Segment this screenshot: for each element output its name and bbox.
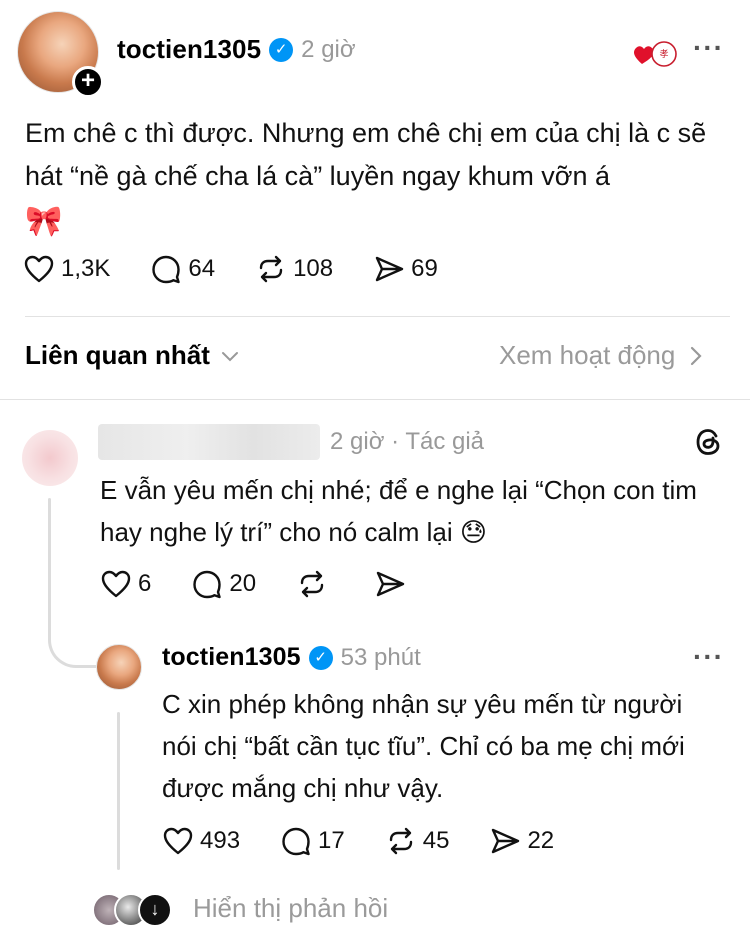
- post-actions: 1,3K 64 108 69: [23, 253, 478, 285]
- blurred-username: [98, 424, 320, 460]
- share-count: 69: [411, 255, 438, 282]
- divider: [0, 399, 750, 400]
- comment-button[interactable]: 17: [280, 825, 345, 857]
- reply-text: C xin phép không nhận sự yêu mến từ ngườ…: [162, 689, 685, 803]
- like-count: 6: [138, 570, 152, 597]
- divider: [25, 316, 730, 317]
- verified-badge-icon: ✓: [308, 645, 333, 670]
- repost-button[interactable]: 108: [255, 253, 333, 285]
- avatar[interactable]: [22, 430, 78, 486]
- comment-button[interactable]: 20: [191, 568, 256, 600]
- like-count: 1,3K: [61, 255, 111, 282]
- repost-button[interactable]: 45: [385, 825, 450, 857]
- reply-body: C xin phép không nhận sự yêu mến từ ngườ…: [162, 683, 717, 809]
- sticker-badges-icon: 孝: [632, 40, 678, 68]
- comment-icon: [152, 255, 181, 284]
- like-button[interactable]: 6: [100, 568, 151, 600]
- repost-button[interactable]: [296, 568, 334, 600]
- repost-icon: [300, 570, 324, 598]
- reply-time: 53 phút: [340, 643, 421, 671]
- comment-icon: [282, 827, 310, 856]
- view-activity-link[interactable]: Xem hoạt động: [499, 340, 707, 371]
- reply-text: E vẫn yêu mến chị nhé; để e nghe lại “Ch…: [100, 475, 697, 547]
- send-icon: [376, 571, 405, 597]
- svg-text:孝: 孝: [659, 49, 668, 60]
- sort-dropdown[interactable]: Liên quan nhất: [25, 340, 242, 371]
- share-count: 22: [527, 827, 555, 854]
- chevron-right-icon: [691, 346, 702, 365]
- reply-time: 2 giờ · Tác giả: [330, 428, 485, 455]
- follow-plus-icon[interactable]: +: [72, 66, 104, 98]
- verified-badge-icon: ✓: [269, 37, 294, 62]
- reply-actions: 493 17 45 22: [162, 825, 594, 857]
- post-time: 2 giờ: [301, 35, 356, 63]
- share-button[interactable]: 69: [373, 253, 438, 285]
- heart-icon: [163, 827, 193, 855]
- thread-line: [48, 498, 51, 603]
- reply-header: toctien1305 ✓ 53 phút: [162, 643, 421, 672]
- repost-count: 108: [293, 255, 334, 282]
- comment-count: 64: [188, 255, 216, 282]
- reply-avatars[interactable]: ↓: [92, 893, 182, 929]
- post-text: Em chê c thì được. Nhưng em chê chị em c…: [25, 118, 707, 191]
- like-count: 493: [200, 827, 241, 854]
- comment-icon: [193, 570, 222, 599]
- share-button[interactable]: 22: [489, 825, 554, 857]
- repost-icon: [259, 255, 283, 283]
- chevron-down-icon: [221, 351, 238, 361]
- post-header: toctien1305 ✓ 2 giờ: [117, 34, 356, 65]
- bow-emoji: 🎀: [25, 205, 63, 238]
- threads-logo-icon[interactable]: [692, 425, 726, 459]
- share-button[interactable]: [374, 568, 412, 600]
- more-options-icon[interactable]: ···: [693, 32, 724, 64]
- comment-button[interactable]: 64: [150, 253, 215, 285]
- reply-actions: 6 20: [100, 568, 452, 600]
- heart-icon: [24, 255, 54, 283]
- thread-connector: [48, 600, 98, 668]
- repost-count: 45: [422, 827, 450, 854]
- thread-line: [117, 712, 120, 870]
- repost-icon: [389, 827, 412, 855]
- view-activity-label: Xem hoạt động: [499, 340, 676, 370]
- avatar[interactable]: [96, 644, 142, 690]
- comment-count: 17: [318, 827, 345, 854]
- like-button[interactable]: 493: [162, 825, 240, 857]
- comment-count: 20: [229, 570, 257, 597]
- like-button[interactable]: 1,3K: [23, 253, 110, 285]
- more-options-icon[interactable]: ···: [693, 641, 724, 673]
- username[interactable]: toctien1305: [162, 643, 301, 672]
- arrow-down-icon: ↓: [138, 893, 172, 927]
- send-icon: [492, 828, 520, 854]
- show-replies-link[interactable]: Hiển thị phản hồi: [193, 893, 388, 924]
- username[interactable]: toctien1305: [117, 34, 261, 65]
- post-body: Em chê c thì được. Nhưng em chê chị em c…: [25, 112, 730, 244]
- reply-body: E vẫn yêu mến chị nhé; để e nghe lại “Ch…: [100, 469, 720, 553]
- sort-label: Liên quan nhất: [25, 340, 210, 370]
- sweat-emoji: 😓: [459, 517, 487, 547]
- heart-icon: [101, 570, 131, 598]
- send-icon: [375, 256, 404, 282]
